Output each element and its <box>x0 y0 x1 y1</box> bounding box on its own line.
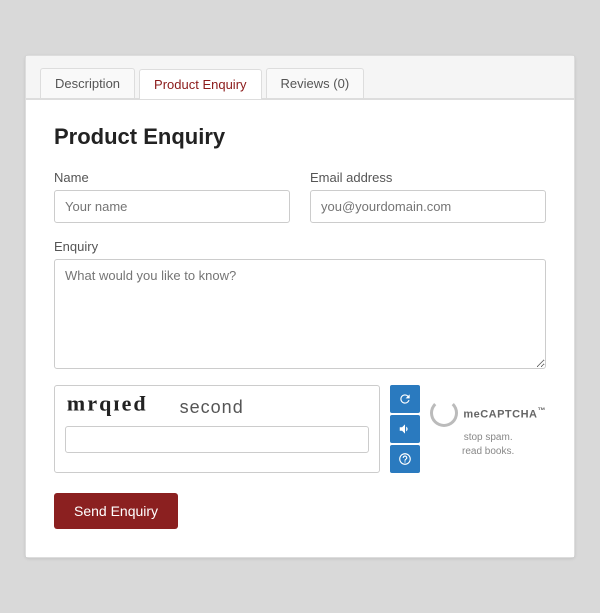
help-icon <box>398 452 412 466</box>
form-content: Product Enquiry Name Email address Enqui… <box>26 99 574 557</box>
captcha-refresh-btn[interactable] <box>390 385 420 413</box>
email-input[interactable] <box>310 190 546 223</box>
form-title: Product Enquiry <box>54 124 546 150</box>
enquiry-label: Enquiry <box>54 239 546 254</box>
tab-reviews[interactable]: Reviews (0) <box>266 68 365 98</box>
mecaptcha-logo: meCAPTCHA™ <box>430 399 546 427</box>
enquiry-group: Enquiry <box>54 239 546 369</box>
captcha-word2: second <box>180 397 244 418</box>
name-group: Name <box>54 170 290 223</box>
name-email-row: Name Email address <box>54 170 546 223</box>
captcha-wrapper: pəɪbɹɯ second <box>54 385 380 473</box>
audio-icon <box>398 422 412 436</box>
refresh-icon <box>398 392 412 406</box>
captcha-audio-btn[interactable] <box>390 415 420 443</box>
enquiry-textarea[interactable] <box>54 259 546 369</box>
captcha-help-btn[interactable] <box>390 445 420 473</box>
email-label: Email address <box>310 170 546 185</box>
captcha-section: pəɪbɹɯ second <box>54 385 546 473</box>
tab-product-enquiry[interactable]: Product Enquiry <box>139 69 262 99</box>
name-label: Name <box>54 170 290 185</box>
name-input[interactable] <box>54 190 290 223</box>
tab-description[interactable]: Description <box>40 68 135 98</box>
mecaptcha-label: meCAPTCHA™ <box>463 406 546 421</box>
email-group: Email address <box>310 170 546 223</box>
captcha-word1: pəɪbɹɯ <box>65 394 146 420</box>
mecaptcha-footer: stop spam. read books. <box>462 431 514 459</box>
captcha-image-area: pəɪbɹɯ second <box>54 385 380 473</box>
mecaptcha-tm: ™ <box>538 406 547 415</box>
captcha-input[interactable] <box>65 426 369 453</box>
mecaptcha-c-icon <box>430 399 458 427</box>
send-enquiry-button[interactable]: Send Enquiry <box>54 493 178 529</box>
captcha-controls <box>390 385 420 473</box>
mecaptcha-area: meCAPTCHA™ stop spam. read books. <box>430 385 546 473</box>
tab-bar: Description Product Enquiry Reviews (0) <box>26 56 574 99</box>
product-card: Description Product Enquiry Reviews (0) … <box>25 55 575 558</box>
